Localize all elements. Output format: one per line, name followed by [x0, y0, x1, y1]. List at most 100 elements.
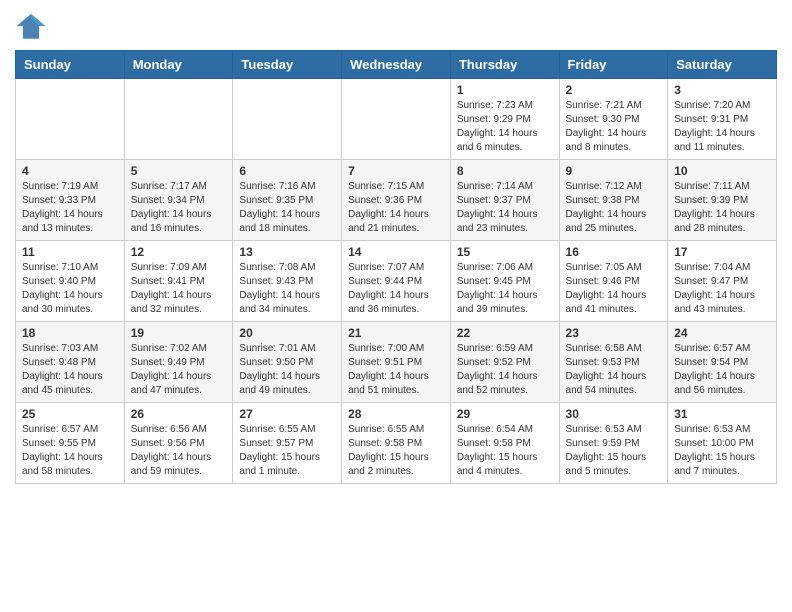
calendar-cell [233, 79, 342, 160]
calendar-week: 4 Sunrise: 7:19 AM Sunset: 9:33 PM Daylig… [16, 160, 777, 241]
calendar-cell: 18 Sunrise: 7:03 AM Sunset: 9:48 PM Dayli… [16, 322, 125, 403]
day-info: Sunrise: 7:12 AM Sunset: 9:38 PM Dayligh… [566, 180, 662, 236]
calendar: SundayMondayTuesdayWednesdayThursdayFrid… [15, 50, 777, 484]
calendar-cell: 10 Sunrise: 7:11 AM Sunset: 9:39 PM Dayli… [668, 160, 777, 241]
header-day: Sunday [16, 51, 125, 79]
day-info: Sunrise: 7:15 AM Sunset: 9:36 PM Dayligh… [348, 180, 444, 236]
day-number: 10 [674, 164, 770, 178]
calendar-week: 11 Sunrise: 7:10 AM Sunset: 9:40 PM Dayli… [16, 241, 777, 322]
calendar-cell: 14 Sunrise: 7:07 AM Sunset: 9:44 PM Dayli… [342, 241, 451, 322]
day-info: Sunrise: 7:08 AM Sunset: 9:43 PM Dayligh… [239, 261, 335, 317]
day-info: Sunrise: 7:11 AM Sunset: 9:39 PM Dayligh… [674, 180, 770, 236]
day-number: 28 [348, 407, 444, 421]
day-number: 30 [566, 407, 662, 421]
day-number: 24 [674, 326, 770, 340]
day-info: Sunrise: 7:02 AM Sunset: 9:49 PM Dayligh… [131, 342, 227, 398]
day-number: 31 [674, 407, 770, 421]
logo-icon [15, 10, 47, 42]
day-number: 26 [131, 407, 227, 421]
header-day: Saturday [668, 51, 777, 79]
calendar-week: 18 Sunrise: 7:03 AM Sunset: 9:48 PM Dayli… [16, 322, 777, 403]
day-number: 14 [348, 245, 444, 259]
calendar-cell: 12 Sunrise: 7:09 AM Sunset: 9:41 PM Dayli… [124, 241, 233, 322]
day-info: Sunrise: 6:59 AM Sunset: 9:52 PM Dayligh… [457, 342, 553, 398]
calendar-cell: 5 Sunrise: 7:17 AM Sunset: 9:34 PM Daylig… [124, 160, 233, 241]
day-number: 13 [239, 245, 335, 259]
header-day: Thursday [450, 51, 559, 79]
day-info: Sunrise: 6:57 AM Sunset: 9:54 PM Dayligh… [674, 342, 770, 398]
calendar-cell: 3Sunrise: 7:20 AM Sunset: 9:31 PM Daylig… [668, 79, 777, 160]
day-info: Sunrise: 7:06 AM Sunset: 9:45 PM Dayligh… [457, 261, 553, 317]
calendar-cell [16, 79, 125, 160]
day-number: 1 [457, 83, 553, 97]
calendar-week: 1 Sunrise: 7:23 AM Sunset: 9:29 PM Daylig… [16, 79, 777, 160]
calendar-cell: 13 Sunrise: 7:08 AM Sunset: 9:43 PM Dayli… [233, 241, 342, 322]
day-number: 17 [674, 245, 770, 259]
day-number: 7 [348, 164, 444, 178]
header-day: Tuesday [233, 51, 342, 79]
calendar-cell: 21Sunrise: 7:00 AM Sunset: 9:51 PM Dayli… [342, 322, 451, 403]
day-number: 3 [674, 83, 770, 97]
calendar-cell [342, 79, 451, 160]
day-number: 18 [22, 326, 118, 340]
calendar-cell: 31Sunrise: 6:53 AM Sunset: 10:00 PM Dayl… [668, 403, 777, 484]
calendar-cell: 7 Sunrise: 7:15 AM Sunset: 9:36 PM Daylig… [342, 160, 451, 241]
logo [15, 10, 51, 42]
calendar-cell: 27 Sunrise: 6:55 AM Sunset: 9:57 PM Dayli… [233, 403, 342, 484]
day-number: 29 [457, 407, 553, 421]
day-info: Sunrise: 7:17 AM Sunset: 9:34 PM Dayligh… [131, 180, 227, 236]
day-info: Sunrise: 6:55 AM Sunset: 9:57 PM Dayligh… [239, 423, 335, 479]
day-info: Sunrise: 7:04 AM Sunset: 9:47 PM Dayligh… [674, 261, 770, 317]
day-number: 12 [131, 245, 227, 259]
calendar-week: 25 Sunrise: 6:57 AM Sunset: 9:55 PM Dayli… [16, 403, 777, 484]
day-info: Sunrise: 6:56 AM Sunset: 9:56 PM Dayligh… [131, 423, 227, 479]
day-info: Sunrise: 7:10 AM Sunset: 9:40 PM Dayligh… [22, 261, 118, 317]
calendar-cell: 25 Sunrise: 6:57 AM Sunset: 9:55 PM Dayli… [16, 403, 125, 484]
day-number: 19 [131, 326, 227, 340]
calendar-cell: 4 Sunrise: 7:19 AM Sunset: 9:33 PM Daylig… [16, 160, 125, 241]
calendar-cell [124, 79, 233, 160]
day-number: 22 [457, 326, 553, 340]
day-info: Sunrise: 7:09 AM Sunset: 9:41 PM Dayligh… [131, 261, 227, 317]
calendar-cell: 6Sunrise: 7:16 AM Sunset: 9:35 PM Daylig… [233, 160, 342, 241]
day-number: 27 [239, 407, 335, 421]
day-number: 2 [566, 83, 662, 97]
calendar-cell: 15 Sunrise: 7:06 AM Sunset: 9:45 PM Dayli… [450, 241, 559, 322]
day-number: 6 [239, 164, 335, 178]
calendar-cell: 29Sunrise: 6:54 AM Sunset: 9:58 PM Dayli… [450, 403, 559, 484]
header-day: Friday [559, 51, 668, 79]
day-info: Sunrise: 6:57 AM Sunset: 9:55 PM Dayligh… [22, 423, 118, 479]
day-info: Sunrise: 7:23 AM Sunset: 9:29 PM Dayligh… [457, 99, 553, 155]
day-info: Sunrise: 7:05 AM Sunset: 9:46 PM Dayligh… [566, 261, 662, 317]
day-info: Sunrise: 6:55 AM Sunset: 9:58 PM Dayligh… [348, 423, 444, 479]
calendar-cell: 23 Sunrise: 6:58 AM Sunset: 9:53 PM Dayli… [559, 322, 668, 403]
calendar-cell: 17 Sunrise: 7:04 AM Sunset: 9:47 PM Dayli… [668, 241, 777, 322]
day-info: Sunrise: 7:03 AM Sunset: 9:48 PM Dayligh… [22, 342, 118, 398]
calendar-cell: 8Sunrise: 7:14 AM Sunset: 9:37 PM Daylig… [450, 160, 559, 241]
day-number: 20 [239, 326, 335, 340]
day-number: 23 [566, 326, 662, 340]
day-info: Sunrise: 6:53 AM Sunset: 9:59 PM Dayligh… [566, 423, 662, 479]
day-number: 25 [22, 407, 118, 421]
calendar-cell: 28 Sunrise: 6:55 AM Sunset: 9:58 PM Dayli… [342, 403, 451, 484]
calendar-cell: 30 Sunrise: 6:53 AM Sunset: 9:59 PM Dayli… [559, 403, 668, 484]
calendar-cell: 26 Sunrise: 6:56 AM Sunset: 9:56 PM Dayli… [124, 403, 233, 484]
calendar-cell: 11 Sunrise: 7:10 AM Sunset: 9:40 PM Dayli… [16, 241, 125, 322]
day-info: Sunrise: 6:58 AM Sunset: 9:53 PM Dayligh… [566, 342, 662, 398]
header [15, 10, 777, 42]
page: SundayMondayTuesdayWednesdayThursdayFrid… [0, 0, 792, 499]
day-info: Sunrise: 7:19 AM Sunset: 9:33 PM Dayligh… [22, 180, 118, 236]
day-info: Sunrise: 7:07 AM Sunset: 9:44 PM Dayligh… [348, 261, 444, 317]
day-number: 4 [22, 164, 118, 178]
calendar-cell: 1 Sunrise: 7:23 AM Sunset: 9:29 PM Daylig… [450, 79, 559, 160]
day-number: 11 [22, 245, 118, 259]
calendar-cell: 20Sunrise: 7:01 AM Sunset: 9:50 PM Dayli… [233, 322, 342, 403]
day-number: 15 [457, 245, 553, 259]
calendar-cell: 2Sunrise: 7:21 AM Sunset: 9:30 PM Daylig… [559, 79, 668, 160]
calendar-cell: 24 Sunrise: 6:57 AM Sunset: 9:54 PM Dayli… [668, 322, 777, 403]
day-number: 16 [566, 245, 662, 259]
calendar-cell: 9 Sunrise: 7:12 AM Sunset: 9:38 PM Daylig… [559, 160, 668, 241]
day-number: 9 [566, 164, 662, 178]
day-number: 5 [131, 164, 227, 178]
day-info: Sunrise: 7:14 AM Sunset: 9:37 PM Dayligh… [457, 180, 553, 236]
